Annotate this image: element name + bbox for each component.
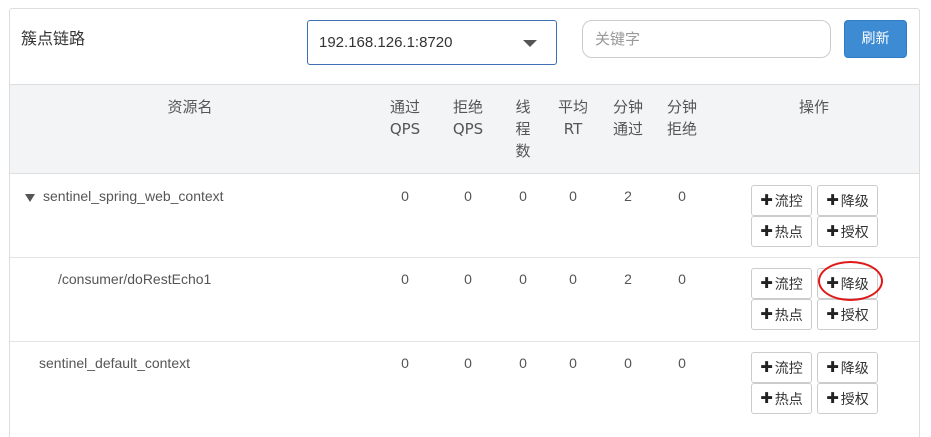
column-header-threads: 线 程 数: [515, 98, 531, 160]
threads-value: 0: [519, 355, 527, 371]
column-header-block-per-minute: 分钟 拒绝: [666, 98, 697, 138]
threads-value: 0: [519, 188, 527, 204]
button-label: 热点: [774, 391, 803, 408]
avg-rt-value: 0: [569, 188, 577, 204]
column-header-avg-rt: 平均 RT: [557, 98, 588, 138]
column-header-block-qps: 拒绝 QPS: [452, 98, 484, 138]
threads-value: 0: [519, 271, 527, 287]
column-header-resource: 资源名: [167, 98, 213, 116]
pass-per-minute-value: 2: [624, 188, 632, 204]
resource-name: sentinel_default_context: [39, 355, 190, 371]
block-qps-value: 0: [464, 188, 472, 204]
button-label: 流控: [774, 193, 803, 210]
avg-rt-value: 0: [569, 271, 577, 287]
column-header-pass-per-minute: 分钟 通过: [612, 98, 643, 138]
button-label: 授权: [840, 307, 869, 324]
plus-icon: ✚: [826, 358, 839, 376]
chevron-down-icon: [523, 40, 537, 47]
add-hot-param-rule-button[interactable]: ✚ 热点: [751, 216, 812, 247]
machine-select-value: 192.168.126.1:8720: [319, 34, 453, 51]
plus-icon: ✚: [760, 305, 773, 323]
button-label: 热点: [774, 224, 803, 241]
block-per-minute-value: 0: [678, 355, 686, 371]
button-label: 授权: [840, 224, 869, 241]
add-degrade-rule-button[interactable]: ✚ 降级: [817, 352, 878, 383]
machine-select[interactable]: 192.168.126.1:8720: [307, 20, 557, 65]
add-auth-rule-button[interactable]: ✚ 授权: [817, 216, 878, 247]
plus-icon: ✚: [760, 222, 773, 240]
collapse-triangle-icon[interactable]: [25, 194, 35, 202]
button-label: 授权: [840, 391, 869, 408]
column-header-operations: 操作: [798, 98, 829, 116]
pass-qps-value: 0: [401, 188, 409, 204]
row-divider: [10, 257, 919, 258]
plus-icon: ✚: [826, 191, 839, 209]
pass-qps-value: 0: [401, 355, 409, 371]
block-qps-value: 0: [464, 355, 472, 371]
pass-qps-value: 0: [401, 271, 409, 287]
resource-name: sentinel_spring_web_context: [43, 188, 224, 204]
add-degrade-rule-button[interactable]: ✚ 降级: [817, 185, 878, 216]
plus-icon: ✚: [760, 191, 773, 209]
keyword-search-input[interactable]: [582, 20, 831, 58]
plus-icon: ✚: [760, 358, 773, 376]
row-divider: [10, 341, 919, 342]
resource-name: /consumer/doRestEcho1: [58, 271, 212, 287]
plus-icon: ✚: [760, 274, 773, 292]
add-auth-rule-button[interactable]: ✚ 授权: [817, 383, 878, 414]
avg-rt-value: 0: [569, 355, 577, 371]
add-hot-param-rule-button[interactable]: ✚ 热点: [751, 383, 812, 414]
add-flow-rule-button[interactable]: ✚ 流控: [751, 185, 812, 216]
page-title: 簇点链路: [21, 29, 86, 48]
highlight-circle-annotation: [818, 261, 883, 301]
block-qps-value: 0: [464, 271, 472, 287]
button-label: 热点: [774, 307, 803, 324]
block-per-minute-value: 0: [678, 271, 686, 287]
button-label: 流控: [774, 276, 803, 293]
refresh-button[interactable]: 刷新: [844, 20, 907, 58]
plus-icon: ✚: [826, 222, 839, 240]
pass-per-minute-value: 0: [624, 355, 632, 371]
column-header-pass-qps: 通过 QPS: [389, 98, 421, 138]
button-label: 流控: [774, 360, 803, 377]
plus-icon: ✚: [760, 389, 773, 407]
add-hot-param-rule-button[interactable]: ✚ 热点: [751, 299, 812, 330]
add-flow-rule-button[interactable]: ✚ 流控: [751, 268, 812, 299]
add-flow-rule-button[interactable]: ✚ 流控: [751, 352, 812, 383]
plus-icon: ✚: [826, 389, 839, 407]
button-label: 降级: [840, 193, 869, 210]
plus-icon: ✚: [826, 305, 839, 323]
add-auth-rule-button[interactable]: ✚ 授权: [817, 299, 878, 330]
block-per-minute-value: 0: [678, 188, 686, 204]
button-label: 降级: [840, 360, 869, 377]
pass-per-minute-value: 2: [624, 271, 632, 287]
